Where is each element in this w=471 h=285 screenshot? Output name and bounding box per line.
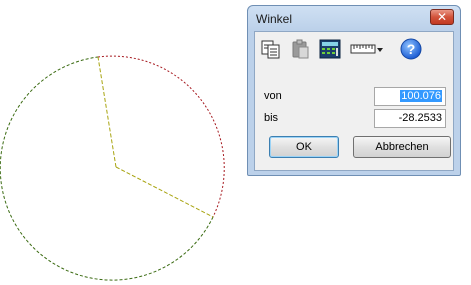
winkel-dialog: Winkel ✕ ? von 100.076 bis -28.2533 OK A… [247,5,461,176]
ruler-dropdown-button[interactable] [349,37,385,61]
ruler-dropdown-icon [350,44,383,54]
help-button[interactable]: ? [399,37,423,61]
close-icon: ✕ [436,10,448,24]
svg-text:?: ? [407,41,416,57]
close-button[interactable]: ✕ [430,9,454,25]
angle-ray-start [97,56,117,168]
circle-arc-green [0,56,214,281]
copy-icon [261,40,280,59]
cancel-button[interactable]: Abbrechen [353,136,451,158]
paste-icon [292,39,309,59]
calculator-icon [319,39,341,59]
angle-ray-end [115,166,214,218]
bis-input[interactable]: -28.2533 [374,109,446,128]
dialog-title: Winkel [256,12,293,26]
von-label: von [264,90,282,102]
dialog-titlebar[interactable]: Winkel ✕ [248,6,460,31]
help-icon: ? [400,38,422,60]
ok-button[interactable]: OK [269,136,339,158]
calculator-button[interactable] [317,37,343,61]
circle-arc-red [97,55,225,218]
bis-label: bis [264,112,279,124]
copy-button[interactable] [259,37,283,61]
bis-value: -28.2533 [398,112,442,124]
dialog-client-area: ? von 100.076 bis -28.2533 OK Abbrechen [254,31,454,171]
paste-button[interactable] [288,37,312,61]
von-input[interactable]: 100.076 [374,87,446,106]
von-value: 100.076 [400,90,442,102]
